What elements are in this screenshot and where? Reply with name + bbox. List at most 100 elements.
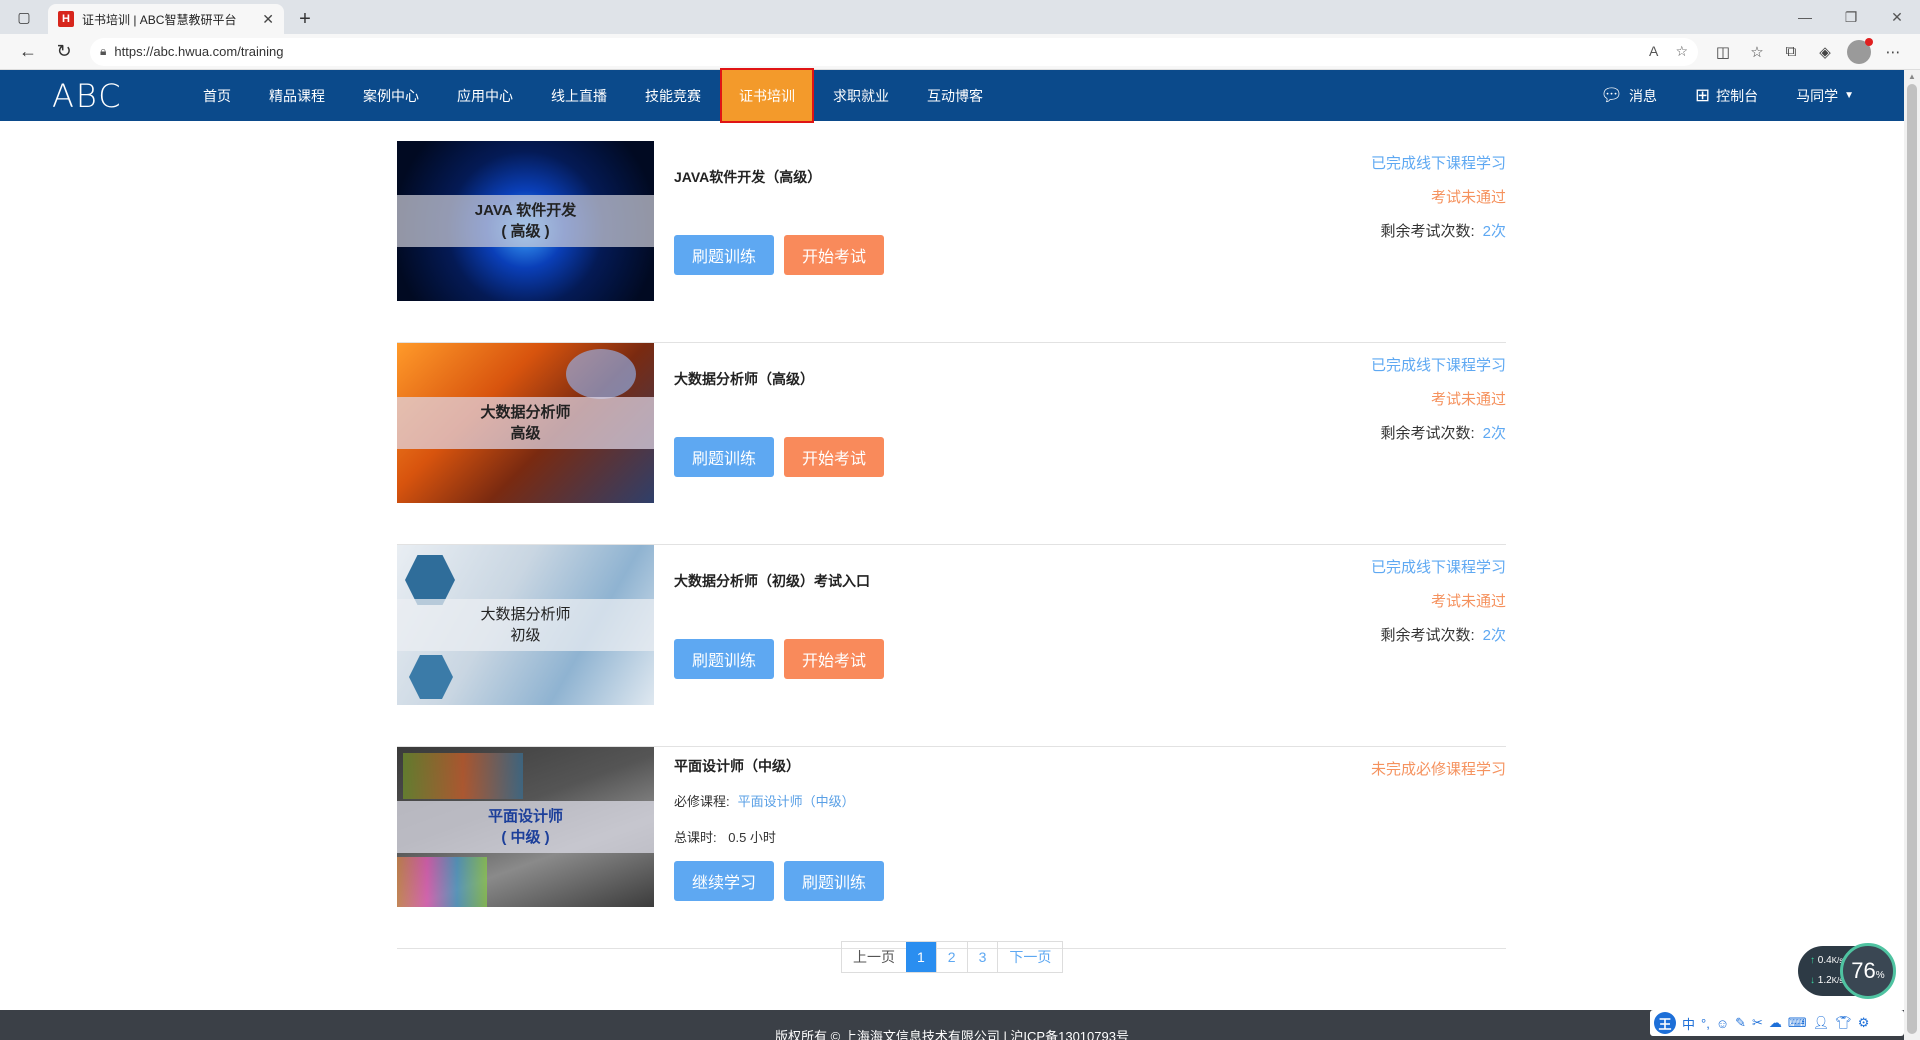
remaining-attempts: 剩余考试次数: 2次 <box>1380 422 1506 443</box>
messages-label: 消息 <box>1629 87 1657 104</box>
practice-button[interactable]: 刷题训练 <box>674 639 774 679</box>
grid-icon: ⊞ <box>1695 85 1711 105</box>
course-thumbnail[interactable]: 大数据分析师 初级 <box>397 545 654 705</box>
upload-rate: 0.4 <box>1817 955 1832 966</box>
cloud-icon[interactable]: ☁ <box>1769 1015 1782 1031</box>
site-navbar: ABC 首页 精品课程 案例中心 应用中心 线上直播 技能竞赛 证书培训 求职就… <box>0 68 1904 123</box>
handwriting-icon[interactable]: ✎ <box>1735 1015 1746 1031</box>
favorites-icon[interactable]: ☆ <box>1740 37 1774 67</box>
page-1-button[interactable]: 1 <box>906 942 936 972</box>
minimize-icon[interactable]: — <box>1782 0 1828 34</box>
skin-icon[interactable]: 👕︎ <box>1835 1015 1852 1031</box>
tab-title: 证书培训 | ABC智慧教研平台 <box>82 12 237 27</box>
menu-item-certificate[interactable]: 证书培训 <box>720 68 814 123</box>
scroll-up-icon[interactable]: ▲ <box>1908 72 1916 81</box>
split-screen-icon[interactable]: ◫ <box>1706 37 1740 67</box>
menu-item-live[interactable]: 线上直播 <box>532 70 626 121</box>
refresh-icon[interactable]: ↻ <box>46 37 82 67</box>
hours-value: 0.5 小时 <box>728 830 776 845</box>
continue-learning-button[interactable]: 继续学习 <box>674 861 774 901</box>
main-menu: 首页 精品课程 案例中心 应用中心 线上直播 技能竞赛 证书培训 求职就业 互动… <box>184 68 1002 123</box>
practice-button[interactable]: 刷题训练 <box>674 235 774 275</box>
keyboard-icon[interactable]: ⌨ <box>1788 1015 1807 1031</box>
url-text[interactable]: https://abc.hwua.com/training <box>114 44 1627 59</box>
tab-actions-icon[interactable]: ▢ <box>8 0 40 34</box>
profile-avatar[interactable] <box>1842 37 1876 67</box>
menu-item-contest[interactable]: 技能竞赛 <box>626 70 720 121</box>
course-item: 大数据分析师 高级 大数据分析师（高级） 刷题训练 开始考试 已完成线下课程学习… <box>397 343 1506 545</box>
back-icon[interactable]: ← <box>10 37 46 67</box>
start-exam-button[interactable]: 开始考试 <box>784 235 884 275</box>
close-tab-icon[interactable]: ✕ <box>262 11 274 28</box>
course-title[interactable]: 大数据分析师（高级） <box>674 369 814 389</box>
more-menu-icon[interactable]: ⋯ <box>1876 37 1910 67</box>
practice-button[interactable]: 刷题训练 <box>674 437 774 477</box>
start-exam-button[interactable]: 开始考试 <box>784 437 884 477</box>
start-exam-button[interactable]: 开始考试 <box>784 639 884 679</box>
ime-logo[interactable]: 王 <box>1654 1012 1676 1034</box>
menu-item-courses[interactable]: 精品课程 <box>250 70 344 121</box>
menu-item-blog[interactable]: 互动博客 <box>908 70 1002 121</box>
punctuation-icon[interactable]: °, <box>1701 1016 1710 1031</box>
page-2-button[interactable]: 2 <box>935 942 967 972</box>
close-window-icon[interactable]: ✕ <box>1874 0 1920 34</box>
next-page-button[interactable]: 下一页 <box>997 942 1062 972</box>
scissors-icon[interactable]: ✂ <box>1752 1015 1763 1031</box>
menu-item-home[interactable]: 首页 <box>184 70 250 121</box>
status-completed: 已完成线下课程学习 <box>1370 155 1506 172</box>
new-tab-icon[interactable]: + <box>290 4 320 34</box>
thumb-subtitle: ( 中级 ) <box>501 829 550 846</box>
practice-button[interactable]: 刷题训练 <box>784 861 884 901</box>
page-3-button[interactable]: 3 <box>966 942 998 972</box>
page-scrollbar[interactable]: ▲ <box>1904 70 1920 1040</box>
thumb-title: 大数据分析师 <box>480 404 571 421</box>
settings-icon[interactable]: ⚙ <box>1858 1015 1870 1031</box>
course-thumbnail[interactable]: JAVA 软件开发 ( 高级 ) <box>397 141 654 301</box>
messages-link[interactable]: 💬︎ 消息 <box>1600 85 1657 106</box>
course-thumbnail[interactable]: 平面设计师 ( 中级 ) <box>397 747 654 907</box>
thumb-subtitle: 高级 <box>510 425 541 442</box>
read-aloud-icon[interactable]: A <box>1649 43 1658 59</box>
collections-icon[interactable]: ⧉ <box>1774 37 1808 67</box>
remaining-label: 剩余考试次数: <box>1380 223 1475 240</box>
download-arrow-icon: ↓ <box>1810 975 1815 986</box>
remaining-value: 2次 <box>1482 223 1506 240</box>
user-icon[interactable]: 👤︎ <box>1813 1015 1830 1031</box>
site-footer: 版权所有 © 上海海文信息技术有限公司 | 沪ICP备13010793号 <box>0 1010 1904 1040</box>
scroll-thumb[interactable] <box>1907 84 1917 1034</box>
remaining-attempts: 剩余考试次数: 2次 <box>1380 624 1506 645</box>
upload-arrow-icon: ↑ <box>1810 955 1815 966</box>
prev-page-button[interactable]: 上一页 <box>842 942 906 972</box>
course-title[interactable]: JAVA软件开发（高级） <box>674 167 821 187</box>
course-item: 大数据分析师 初级 大数据分析师（初级）考试入口 刷题训练 开始考试 已完成线下… <box>397 545 1506 747</box>
network-speed-widget[interactable]: ↑ 0.4K/s ↓ 1.2K/s 76% <box>1798 943 1896 999</box>
menu-item-apps[interactable]: 应用中心 <box>438 70 532 121</box>
user-menu[interactable]: 马同学 ▼ <box>1796 86 1854 106</box>
remaining-attempts: 剩余考试次数: 2次 <box>1380 220 1506 241</box>
menu-item-cases[interactable]: 案例中心 <box>344 70 438 121</box>
status-completed: 已完成线下课程学习 <box>1370 559 1506 576</box>
restore-icon[interactable]: ❐ <box>1828 0 1874 34</box>
usage-percent-unit: % <box>1875 969 1885 981</box>
course-title[interactable]: 大数据分析师（初级）考试入口 <box>674 571 870 591</box>
favorite-add-icon[interactable]: ☆ <box>1675 43 1688 59</box>
total-hours: 总课时: 0.5 小时 <box>674 827 776 846</box>
browser-tab[interactable]: H 证书培训 | ABC智慧教研平台 ✕ <box>48 4 284 34</box>
menu-item-jobs[interactable]: 求职就业 <box>814 70 908 121</box>
ime-mode[interactable]: 中 <box>1682 1014 1695 1033</box>
copyright-text: 版权所有 © 上海海文信息技术有限公司 | 沪ICP备13010793号 <box>775 1029 1129 1040</box>
nav-right: 💬︎ 消息 ⊞ 控制台 马同学 ▼ <box>1600 85 1854 106</box>
required-course: 必修课程: 平面设计师（中级） <box>674 791 855 810</box>
console-label: 控制台 <box>1716 87 1759 104</box>
memory-usage-gauge[interactable]: 76% <box>1840 943 1896 999</box>
browser-essentials-icon[interactable]: ◈ <box>1808 37 1842 67</box>
course-title[interactable]: 平面设计师（中级） <box>674 756 800 776</box>
emoji-icon[interactable]: ☺ <box>1716 1016 1729 1031</box>
lock-icon[interactable]: 🔒︎ <box>100 44 106 59</box>
required-course-link[interactable]: 平面设计师（中级） <box>738 794 855 809</box>
remaining-label: 剩余考试次数: <box>1380 627 1475 644</box>
course-thumbnail[interactable]: 大数据分析师 高级 <box>397 343 654 503</box>
site-logo[interactable]: ABC <box>52 77 148 115</box>
console-link[interactable]: ⊞ 控制台 <box>1695 85 1758 106</box>
url-field[interactable]: 🔒︎ https://abc.hwua.com/training A ☆ <box>90 37 1698 66</box>
